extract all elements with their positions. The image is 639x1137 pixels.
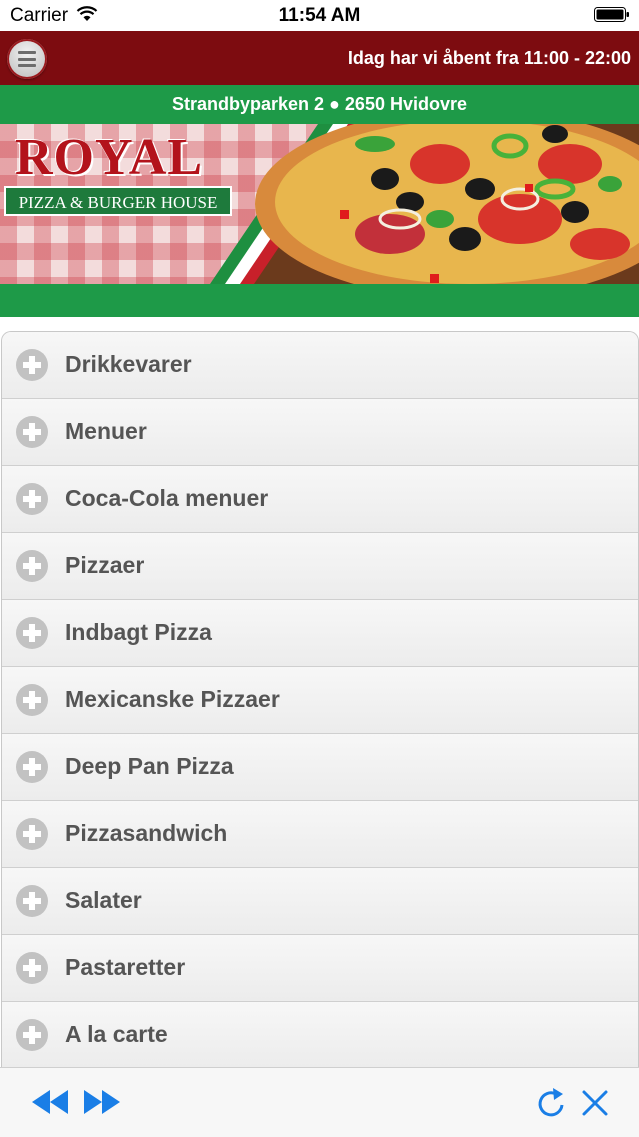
logo-subtitle: PIZZA & BURGER HOUSE <box>4 186 232 216</box>
category-label: Drikkevarer <box>65 351 192 377</box>
back-icon[interactable] <box>30 1088 70 1116</box>
opening-hours: Idag har vi åbent fra 11:00 - 22:00 <box>347 48 631 68</box>
close-icon[interactable] <box>581 1089 609 1117</box>
category-item-pizzasandwich[interactable]: Pizzasandwich <box>2 801 638 868</box>
category-label: Pastaretter <box>65 954 186 980</box>
plus-icon <box>16 617 48 649</box>
category-item-pastaretter[interactable]: Pastaretter <box>2 935 638 1002</box>
category-item-salater[interactable]: Salater <box>2 868 638 935</box>
category-item-deep-pan-pizza[interactable]: Deep Pan Pizza <box>2 734 638 801</box>
category-label: Indbagt Pizza <box>65 619 212 645</box>
plus-icon <box>16 1019 48 1051</box>
category-item-menuer[interactable]: Menuer <box>2 399 638 466</box>
plus-icon <box>16 818 48 850</box>
category-item-drikkevarer[interactable]: Drikkevarer <box>2 332 638 399</box>
plus-icon <box>16 349 48 381</box>
forward-icon[interactable] <box>82 1088 122 1116</box>
green-strip <box>0 284 639 317</box>
category-label: A la carte <box>65 1021 168 1047</box>
category-item-mexicanske-pizzaer[interactable]: Mexicanske Pizzaer <box>2 667 638 734</box>
plus-icon <box>16 416 48 448</box>
plus-icon <box>16 885 48 917</box>
plus-icon <box>16 550 48 582</box>
category-label: Salater <box>65 887 142 913</box>
category-item-coca-cola-menuer[interactable]: Coca-Cola menuer <box>2 466 638 533</box>
plus-icon <box>16 751 48 783</box>
category-label: Mexicanske Pizzaer <box>65 686 280 712</box>
restaurant-banner: ROYAL PIZZA & BURGER HOUSE <box>0 124 639 284</box>
category-item-a-la-carte[interactable]: A la carte <box>2 1002 638 1068</box>
clock: 11:54 AM <box>278 5 361 26</box>
battery-icon <box>594 7 629 22</box>
category-label: Coca-Cola menuer <box>65 485 269 511</box>
category-item-pizzaer[interactable]: Pizzaer <box>2 533 638 600</box>
status-bar: Carrier 11:54 AM <box>0 0 639 31</box>
refresh-icon[interactable] <box>536 1086 568 1120</box>
address-bar: Strandbyparken 2 ● 2650 Hvidovre <box>0 85 639 124</box>
hamburger-menu-icon[interactable] <box>7 39 47 79</box>
category-label: Menuer <box>65 418 147 444</box>
plus-icon <box>16 684 48 716</box>
plus-icon <box>16 483 48 515</box>
category-label: Pizzasandwich <box>65 820 228 846</box>
category-list: Drikkevarer Menuer Coca-Cola menuer Pizz… <box>1 331 639 1068</box>
category-item-indbagt-pizza[interactable]: Indbagt Pizza <box>2 600 638 667</box>
plus-icon <box>16 952 48 984</box>
bottom-toolbar <box>0 1067 639 1137</box>
header-bar: Idag har vi åbent fra 11:00 - 22:00 <box>0 31 639 85</box>
logo-title: ROYAL <box>15 129 204 186</box>
category-label: Pizzaer <box>65 552 145 578</box>
category-label: Deep Pan Pizza <box>65 753 234 779</box>
